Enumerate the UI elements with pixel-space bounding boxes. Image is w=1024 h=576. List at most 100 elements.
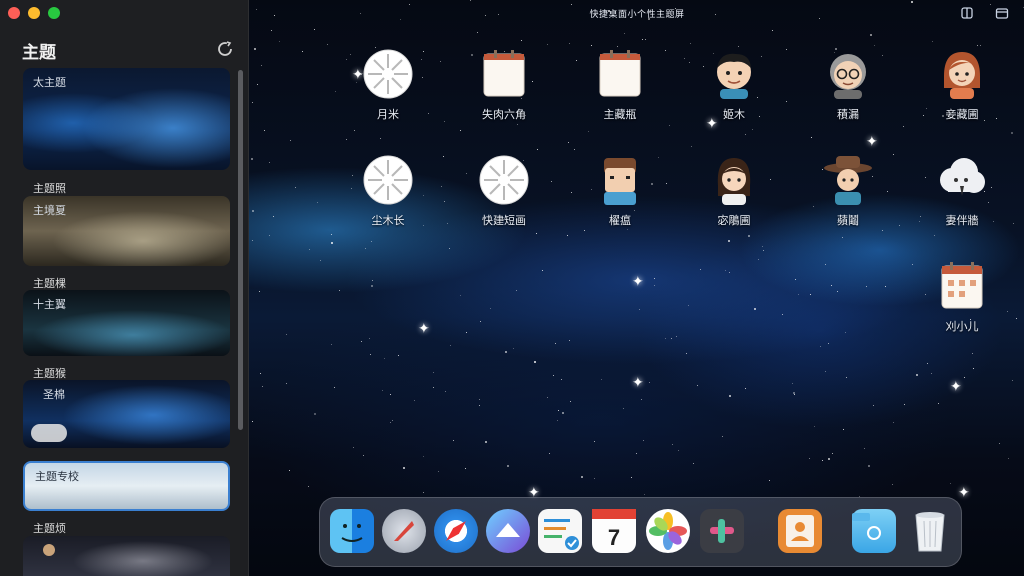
desktop-icon[interactable]: 月米 xyxy=(348,46,428,122)
weather-badge-icon xyxy=(31,424,67,442)
star xyxy=(478,404,480,406)
desktop-icon[interactable]: 失肉六角 xyxy=(464,46,544,122)
theme-thumbnail-selected[interactable]: 主题专校 xyxy=(23,461,230,511)
star xyxy=(535,233,537,235)
star xyxy=(330,233,332,235)
star xyxy=(391,419,393,421)
star xyxy=(684,57,686,59)
star xyxy=(516,123,518,125)
star xyxy=(428,113,429,114)
maximize-button[interactable] xyxy=(48,7,60,19)
star xyxy=(257,84,259,86)
desktop-icon[interactable]: 刈小儿 xyxy=(922,258,1002,334)
folder-icon[interactable] xyxy=(852,509,896,553)
star xyxy=(763,249,765,251)
star xyxy=(722,436,724,438)
desktop-icon[interactable]: 蘋鬮 xyxy=(808,152,888,228)
calendar-icon[interactable]: 7 xyxy=(592,509,636,553)
theme-thumb-label: 圣棉 xyxy=(43,388,65,401)
theme-thumbnail[interactable]: 主境夏 xyxy=(23,196,230,266)
inbox-icon[interactable] xyxy=(995,6,1009,20)
star xyxy=(757,258,759,260)
desktop-icon[interactable]: 尘木长 xyxy=(348,152,428,228)
trash-icon[interactable] xyxy=(908,509,952,553)
desktop-icon[interactable]: 積漏 xyxy=(808,46,888,122)
star xyxy=(364,248,366,250)
theme-thumbnail[interactable]: 圣棉 xyxy=(23,380,230,448)
star xyxy=(389,422,391,424)
desktop-icon[interactable]: 快建短画 xyxy=(464,152,544,228)
star xyxy=(903,126,904,128)
star xyxy=(915,373,918,376)
star xyxy=(440,186,442,187)
star xyxy=(693,462,695,464)
star xyxy=(893,154,895,156)
book-icon[interactable] xyxy=(960,6,974,20)
star xyxy=(648,381,650,383)
star xyxy=(314,29,316,31)
star xyxy=(459,129,461,131)
star xyxy=(372,280,374,282)
star xyxy=(278,40,280,42)
close-button[interactable] xyxy=(8,7,20,19)
star xyxy=(285,383,287,385)
star xyxy=(422,492,424,494)
slack-icon[interactable] xyxy=(700,509,744,553)
desktop-icon-label: 主藏瓶 xyxy=(603,108,637,121)
star xyxy=(259,373,261,375)
star xyxy=(268,235,270,237)
desktop-icon[interactable]: 主藏瓶 xyxy=(580,46,660,122)
star xyxy=(640,399,642,401)
theme-thumbnail[interactable] xyxy=(23,536,230,576)
star xyxy=(295,187,297,189)
desktop-icon[interactable]: 姬木 xyxy=(694,46,774,122)
star xyxy=(489,307,491,309)
star xyxy=(822,459,824,461)
star xyxy=(302,51,303,53)
star xyxy=(831,285,833,287)
star xyxy=(938,403,939,405)
star xyxy=(465,467,467,469)
finder-icon[interactable] xyxy=(330,509,374,553)
star xyxy=(729,395,732,398)
star xyxy=(353,446,355,448)
star xyxy=(593,477,595,479)
sparkle: ✦ xyxy=(632,375,644,391)
star xyxy=(309,249,311,251)
star xyxy=(688,61,690,63)
refresh-icon[interactable] xyxy=(216,40,234,58)
launchpad-icon[interactable] xyxy=(382,509,426,553)
star xyxy=(912,263,914,265)
desktop-icon[interactable]: 妾藏圃 xyxy=(922,46,1002,122)
star xyxy=(252,420,254,422)
star xyxy=(792,382,794,384)
star xyxy=(331,343,333,345)
desktop-icon[interactable]: 妻伴牆 xyxy=(922,152,1002,228)
sidebar-scrollbar[interactable] xyxy=(238,70,243,430)
contacts-icon[interactable] xyxy=(778,509,822,553)
desktop-icon[interactable]: 宓鵰圃 xyxy=(694,152,774,228)
desktop-icon[interactable]: 櫂瘟 xyxy=(580,152,660,228)
star xyxy=(268,161,270,163)
star xyxy=(781,314,783,316)
moon-icon xyxy=(43,544,55,556)
star xyxy=(308,486,310,488)
minimize-button[interactable] xyxy=(28,7,40,19)
mail-icon[interactable] xyxy=(486,509,530,553)
star xyxy=(809,457,811,459)
star xyxy=(811,136,813,138)
star xyxy=(866,286,868,288)
theme-thumbnail[interactable]: 太主题 xyxy=(23,68,230,170)
star xyxy=(1011,132,1014,135)
theme-thumbnail[interactable]: 十主翼 xyxy=(23,290,230,356)
safari-icon[interactable] xyxy=(434,509,478,553)
star xyxy=(433,371,435,373)
checklist-icon[interactable] xyxy=(538,509,582,553)
star xyxy=(326,44,328,46)
star xyxy=(345,58,347,60)
star xyxy=(570,191,572,193)
star xyxy=(402,467,405,470)
photos-icon[interactable] xyxy=(646,509,690,553)
star xyxy=(884,286,886,288)
star xyxy=(314,412,317,415)
